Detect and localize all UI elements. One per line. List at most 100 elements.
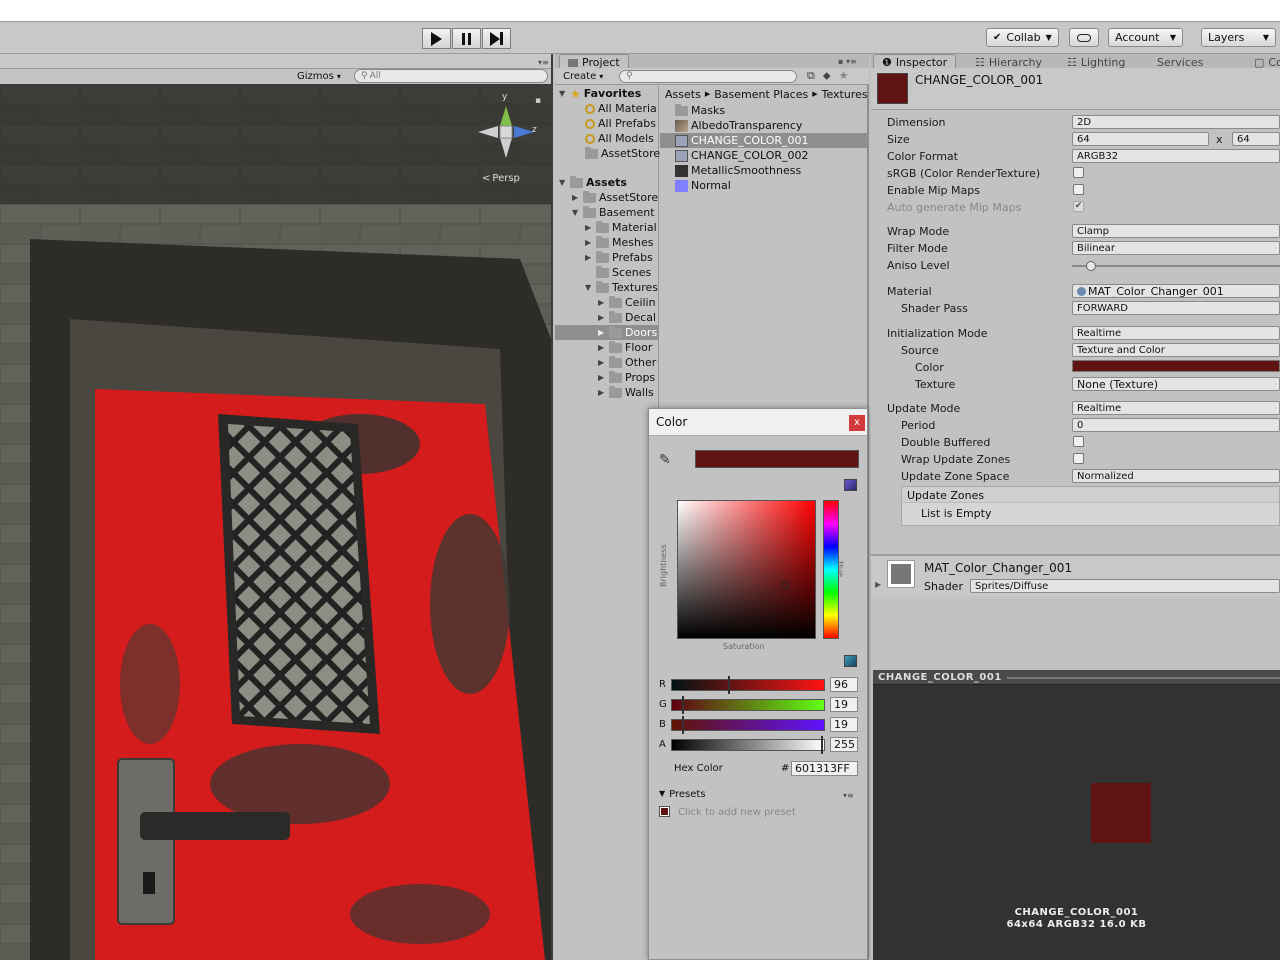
favorites-item[interactable]: All Materia: [585, 101, 657, 116]
size-height-field[interactable]: 64: [1232, 132, 1280, 146]
update-mode-dropdown[interactable]: Realtime: [1072, 401, 1280, 415]
hex-color-field[interactable]: 601313FF: [791, 761, 858, 776]
breadcrumb-item[interactable]: Basement Places: [714, 88, 808, 101]
tree-item[interactable]: ▶ Ceilin: [598, 295, 656, 310]
tree-item-selected[interactable]: ▶ Doors: [598, 325, 657, 340]
play-button[interactable]: [422, 28, 451, 49]
srgb-checkbox[interactable]: [1073, 167, 1084, 178]
wrap-zones-checkbox[interactable]: [1073, 453, 1084, 464]
file-item[interactable]: Masks: [675, 103, 725, 118]
aniso-slider[interactable]: [1072, 265, 1280, 267]
tree-item[interactable]: ▶ Walls: [598, 385, 654, 400]
tree-item[interactable]: ▼ Textures: [585, 280, 658, 295]
source-dropdown[interactable]: Texture and Color: [1072, 343, 1280, 357]
green-value-field[interactable]: 19: [830, 697, 858, 712]
create-dropdown[interactable]: Create ▾: [563, 70, 603, 83]
preview-resize-handle[interactable]: [1007, 677, 1280, 679]
scene-view[interactable]: ▾≡ Gizmos ▾ ⚲ All y z ▪ < Persp: [0, 54, 553, 960]
preset-swatch[interactable]: [659, 806, 670, 817]
color-mode-icon[interactable]: [844, 479, 857, 491]
tree-item[interactable]: ▼ Basement: [572, 205, 655, 220]
red-slider[interactable]: [671, 676, 825, 694]
blue-value-field[interactable]: 19: [830, 717, 858, 732]
favorites-header[interactable]: ▼ ★ Favorites: [559, 86, 641, 101]
collab-button[interactable]: ✔ Collab ▼: [986, 28, 1059, 47]
dimension-dropdown[interactable]: 2D: [1072, 115, 1280, 129]
zone-space-dropdown[interactable]: Normalized: [1072, 469, 1280, 483]
tree-item[interactable]: ▶ Decal: [598, 310, 656, 325]
scene-viewport[interactable]: y z ▪ < Persp: [0, 84, 551, 960]
gizmos-dropdown[interactable]: Gizmos ▾: [297, 69, 341, 83]
tree-item[interactable]: Scenes: [585, 265, 651, 280]
slider-mode-icon[interactable]: [844, 655, 857, 667]
tree-item[interactable]: ▶ Floor: [598, 340, 652, 355]
scene-search-input[interactable]: ⚲ All: [354, 69, 548, 83]
star-icon[interactable]: ★: [839, 69, 849, 83]
filter-type-icon[interactable]: ⧉: [807, 69, 815, 83]
file-item-selected[interactable]: CHANGE_COLOR_001: [675, 133, 809, 148]
color-format-dropdown[interactable]: ARGB32: [1072, 149, 1280, 163]
breadcrumb-item[interactable]: Assets: [665, 88, 701, 101]
favorites-item[interactable]: AssetStore: [585, 146, 660, 161]
panel-menu-icon[interactable]: ▾≡: [538, 58, 549, 67]
scene-orientation-gizmo[interactable]: y z: [474, 92, 544, 182]
sv-cursor[interactable]: [781, 581, 789, 589]
tree-item[interactable]: ▶ Meshes: [585, 235, 653, 250]
favorites-item[interactable]: All Prefabs: [585, 116, 656, 131]
slider-thumb[interactable]: [728, 676, 730, 694]
breadcrumb-item[interactable]: Textures: [822, 88, 868, 101]
tree-item[interactable]: ▶ AssetStore: [572, 190, 658, 205]
filter-label-icon[interactable]: ⬥: [823, 69, 831, 83]
period-field[interactable]: 0: [1072, 418, 1280, 432]
close-button[interactable]: x: [849, 415, 865, 431]
color-field[interactable]: [1072, 360, 1280, 372]
favorites-item[interactable]: All Models: [585, 131, 654, 146]
alpha-slider[interactable]: [671, 736, 825, 754]
mipmaps-checkbox[interactable]: [1073, 184, 1084, 195]
account-dropdown[interactable]: Account ▼: [1108, 28, 1183, 47]
saturation-brightness-field[interactable]: [677, 500, 816, 639]
size-width-field[interactable]: 64: [1072, 132, 1209, 146]
gizmos-label: Gizmos: [297, 70, 334, 82]
step-button[interactable]: [482, 28, 511, 49]
texture-field[interactable]: None (Texture): [1072, 377, 1280, 391]
slider-thumb[interactable]: [682, 716, 684, 734]
update-zones-label[interactable]: Update Zones: [907, 489, 984, 502]
file-item[interactable]: CHANGE_COLOR_002: [675, 148, 809, 163]
panel-menu-icon[interactable]: ▪ ▾≡: [838, 57, 857, 66]
tree-item[interactable]: ▶ Prefabs: [585, 250, 653, 265]
persp-toggle[interactable]: < Persp: [482, 173, 520, 184]
tree-item[interactable]: ▶ Other: [598, 355, 656, 370]
assets-header[interactable]: ▼ Assets: [559, 175, 627, 190]
presets-header[interactable]: ▼ Presets: [659, 789, 706, 800]
shader-dropdown[interactable]: Sprites/Diffuse: [970, 579, 1280, 593]
eyedropper-icon[interactable]: ✎: [659, 452, 671, 468]
shader-pass-dropdown[interactable]: FORWARD: [1072, 301, 1280, 315]
wrap-mode-dropdown[interactable]: Clamp: [1072, 224, 1280, 238]
chevron-right-icon[interactable]: ▶: [875, 580, 881, 589]
pause-button[interactable]: [452, 28, 481, 49]
layers-dropdown[interactable]: Layers ▼: [1201, 28, 1276, 47]
slider-thumb[interactable]: [821, 736, 823, 754]
file-item[interactable]: MetallicSmoothness: [675, 163, 801, 178]
filter-mode-dropdown[interactable]: Bilinear: [1072, 241, 1280, 255]
red-value-field[interactable]: 96: [830, 677, 858, 692]
material-field[interactable]: MAT_Color_Changer_001: [1072, 284, 1280, 298]
project-search-input[interactable]: ⚲: [619, 70, 797, 83]
init-mode-dropdown[interactable]: Realtime: [1072, 326, 1280, 340]
current-color-swatch[interactable]: [695, 450, 859, 468]
file-item[interactable]: AlbedoTransparency: [675, 118, 802, 133]
tree-item[interactable]: ▶ Material: [585, 220, 657, 235]
file-item[interactable]: Normal: [675, 178, 731, 193]
blue-slider[interactable]: [671, 716, 825, 734]
presets-menu-icon[interactable]: ▾≡: [843, 791, 854, 800]
alpha-value-field[interactable]: 255: [830, 737, 858, 752]
cloud-button[interactable]: [1069, 28, 1099, 47]
add-preset-hint[interactable]: Click to add new preset: [678, 807, 796, 818]
slider-thumb[interactable]: [1086, 261, 1096, 271]
green-slider[interactable]: [671, 696, 825, 714]
double-buffered-checkbox[interactable]: [1073, 436, 1084, 447]
tree-item[interactable]: ▶ Props: [598, 370, 655, 385]
lock-icon[interactable]: ▪: [535, 96, 541, 106]
slider-thumb[interactable]: [682, 696, 684, 714]
